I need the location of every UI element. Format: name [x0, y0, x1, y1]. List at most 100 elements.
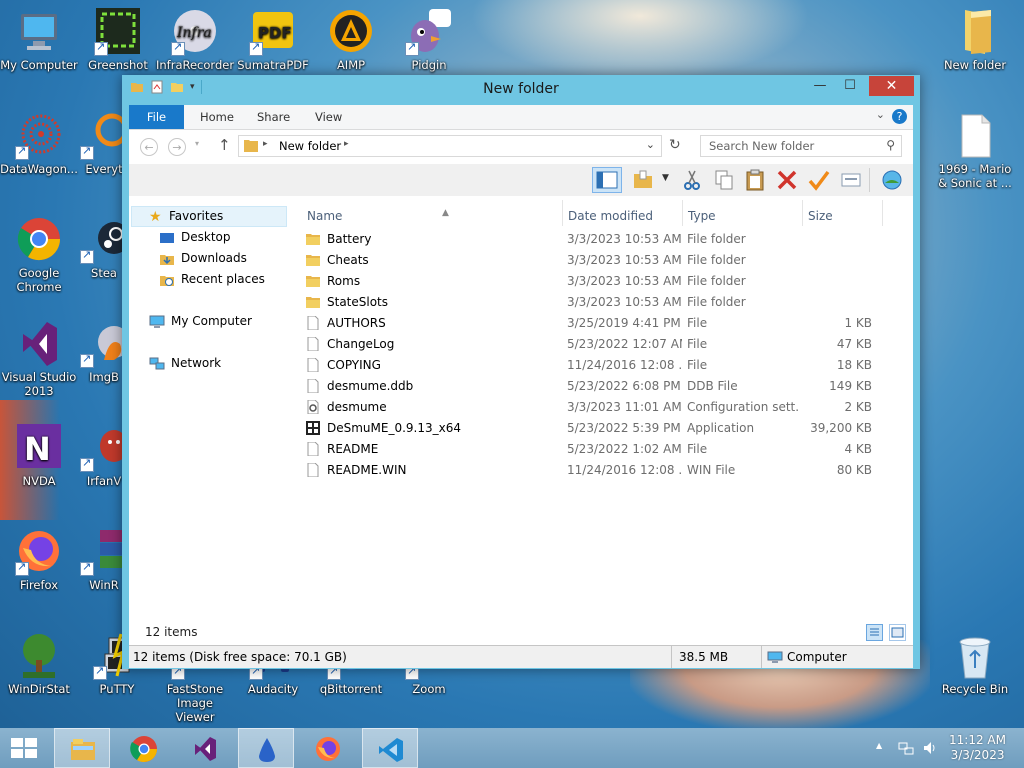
- new-folder-icon[interactable]: [632, 169, 654, 191]
- file-row[interactable]: AUTHORS 3/25/2019 4:41 PM File 1 KB: [292, 313, 913, 334]
- desktop-icon-mario-sonic[interactable]: 1969 - Mario & Sonic at ...: [936, 112, 1014, 190]
- taskbar-app[interactable]: [238, 728, 294, 768]
- file-row[interactable]: DeSmuME_0.9.13_x64 5/23/2022 5:39 PM Appli…: [292, 418, 913, 439]
- desktop-icon-windirstat[interactable]: WinDirStat: [0, 632, 78, 696]
- up-button[interactable]: ↑: [218, 136, 231, 154]
- desktop-icon-new-folder[interactable]: New folder: [936, 8, 1014, 72]
- column-divider[interactable]: [882, 200, 883, 226]
- preview-pane-button[interactable]: [592, 167, 622, 193]
- desktop-icon-recycle-bin[interactable]: Recycle Bin: [936, 632, 1014, 696]
- desktop-icon-my-computer[interactable]: My Computer: [0, 8, 78, 72]
- folder-icon: [306, 253, 320, 267]
- column-divider[interactable]: [802, 200, 803, 226]
- ribbon-expand-icon[interactable]: ⌄: [876, 108, 885, 121]
- desktop-icon-label: Google Chrome: [16, 266, 62, 294]
- desktop-icon-nvda[interactable]: N NVDA: [0, 424, 78, 488]
- copy-icon[interactable]: [713, 169, 735, 191]
- desktop-icon-infrarecorder[interactable]: Infra InfraRecorder: [156, 8, 234, 72]
- search-input[interactable]: Search New folder ⚲: [700, 135, 902, 157]
- properties-icon[interactable]: [840, 169, 862, 191]
- show-hidden-icons-button[interactable]: ▲: [876, 741, 882, 750]
- nav-item-network[interactable]: Network: [149, 353, 221, 373]
- desktop-icon-pidgin[interactable]: Pidgin: [390, 8, 468, 72]
- taskbar-chrome[interactable]: [116, 728, 172, 768]
- desktop-icon-label: New folder: [943, 58, 1007, 72]
- file-row[interactable]: desmume 3/3/2023 11:01 AM Configuration se…: [292, 397, 913, 418]
- desktop-icon-greenshot[interactable]: Greenshot: [79, 8, 157, 72]
- file-row[interactable]: Battery 3/3/2023 10:53 AM File folder: [292, 229, 913, 250]
- chevron-down-icon[interactable]: ⌄: [646, 138, 655, 151]
- rename-icon[interactable]: [808, 169, 830, 191]
- start-button[interactable]: [0, 728, 56, 768]
- column-divider[interactable]: [562, 200, 563, 226]
- item-count: 12 items: [145, 625, 198, 639]
- maximize-button[interactable]: ☐: [836, 76, 864, 96]
- tab-share[interactable]: Share: [257, 105, 290, 129]
- file-row[interactable]: README.WIN 11/24/2016 12:08 ... WIN File 80…: [292, 460, 913, 481]
- shortcut-arrow-icon: [94, 40, 108, 56]
- file-row[interactable]: StateSlots 3/3/2023 10:53 AM File folder: [292, 292, 913, 313]
- desktop-icon-label: Audacity: [247, 682, 299, 696]
- cut-icon[interactable]: [681, 169, 703, 191]
- nav-item-downloads[interactable]: Downloads: [159, 248, 247, 268]
- volume-icon[interactable]: [922, 740, 938, 756]
- desktop-icon-google-chrome[interactable]: Google Chrome: [0, 216, 78, 294]
- desktop-icon-aimp[interactable]: AIMP: [312, 8, 390, 72]
- column-divider[interactable]: [682, 200, 683, 226]
- taskbar-visual-studio[interactable]: [177, 728, 233, 768]
- globe-icon[interactable]: [881, 169, 903, 191]
- desktop-icon-sumatrapdf[interactable]: PDF SumatraPDF: [234, 8, 312, 72]
- title-bar[interactable]: ▾ New folder — ☐ ✕: [122, 75, 920, 105]
- delete-icon[interactable]: [776, 169, 798, 191]
- search-icon[interactable]: ⚲: [886, 138, 895, 152]
- desktop-icon: [160, 232, 174, 243]
- large-icons-view-button[interactable]: [889, 624, 906, 641]
- address-bar[interactable]: ▸ New folder ▸ ⌄: [238, 135, 662, 157]
- file-row[interactable]: desmume.ddb 5/23/2022 6:08 PM DDB File 149 …: [292, 376, 913, 397]
- nav-item-my-computer[interactable]: My Computer: [149, 311, 252, 331]
- column-header-date[interactable]: Date modified: [568, 209, 653, 223]
- nav-item-recent-places[interactable]: Recent places: [159, 269, 265, 289]
- chevron-right-icon[interactable]: ▸: [263, 139, 268, 149]
- forward-button[interactable]: →: [168, 138, 186, 156]
- desktop-icon-firefox[interactable]: Firefox: [0, 528, 78, 592]
- paste-icon[interactable]: [744, 169, 766, 191]
- shortcut-arrow-icon: [80, 560, 94, 576]
- desktop-icon-visual-studio[interactable]: Visual Studio 2013: [0, 320, 78, 398]
- file-row[interactable]: Roms 3/3/2023 10:53 AM File folder: [292, 271, 913, 292]
- windirstat-icon: [15, 632, 63, 680]
- clock[interactable]: 11:12 AM 3/3/2023: [949, 733, 1006, 763]
- nav-item-favorites[interactable]: ★ Favorites: [149, 206, 223, 226]
- file-size: 149 KB: [829, 379, 872, 393]
- file-row[interactable]: Cheats 3/3/2023 10:53 AM File folder: [292, 250, 913, 271]
- close-button[interactable]: ✕: [869, 76, 914, 96]
- recent-locations-icon[interactable]: ▾: [195, 139, 199, 148]
- content-area: ★ Favorites Desktop Downloads Recent plac…: [129, 196, 913, 621]
- tab-file[interactable]: File: [129, 105, 184, 129]
- column-header-name[interactable]: Name ▲: [307, 208, 449, 223]
- file-name: DeSmuME_0.9.13_x64: [327, 421, 462, 435]
- file-row[interactable]: README 5/23/2022 1:02 AM File 4 KB: [292, 439, 913, 460]
- svg-text:N: N: [24, 430, 51, 468]
- nav-item-desktop[interactable]: Desktop: [159, 227, 231, 247]
- file-row[interactable]: ChangeLog 5/23/2022 12:07 AM File 47 KB: [292, 334, 913, 355]
- taskbar-vscode[interactable]: [362, 728, 418, 768]
- tab-view[interactable]: View: [315, 105, 342, 129]
- minimize-button[interactable]: —: [806, 76, 834, 96]
- column-header-type[interactable]: Type: [688, 209, 716, 223]
- taskbar-file-explorer[interactable]: [54, 728, 110, 768]
- back-button[interactable]: ←: [140, 138, 158, 156]
- network-icon[interactable]: [898, 740, 914, 756]
- details-view-button[interactable]: [866, 624, 883, 641]
- chevron-right-icon[interactable]: ▸: [344, 139, 349, 149]
- breadcrumb[interactable]: New folder: [279, 139, 341, 153]
- desktop-icon-datawagon[interactable]: DataWagon...: [0, 112, 78, 176]
- help-icon[interactable]: ?: [892, 109, 907, 124]
- tab-home[interactable]: Home: [200, 105, 234, 129]
- chevron-down-icon[interactable]: ▼: [662, 173, 669, 183]
- column-header-size[interactable]: Size: [808, 209, 833, 223]
- taskbar-firefox[interactable]: [300, 728, 356, 768]
- file-row[interactable]: COPYING 11/24/2016 12:08 ... File 18 KB: [292, 355, 913, 376]
- chrome-icon: [15, 216, 63, 264]
- refresh-icon[interactable]: ↻: [669, 137, 681, 153]
